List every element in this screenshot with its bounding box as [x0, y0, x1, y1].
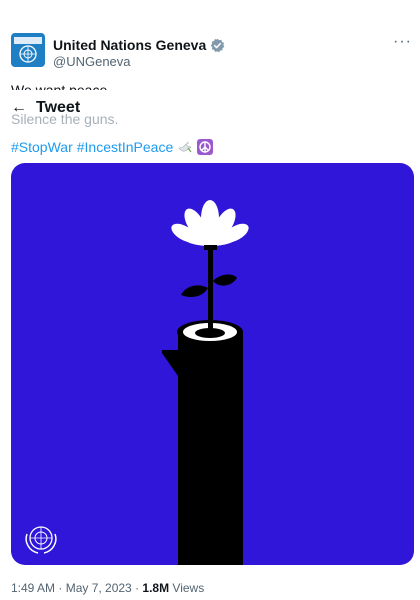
page-title: Tweet	[36, 99, 81, 116]
hashtags-row: #StopWar #IncestInPeace	[11, 138, 214, 156]
hashtag-incestinpeace[interactable]: #IncestInPeace	[77, 138, 174, 156]
tweet-media-image[interactable]	[11, 163, 414, 565]
more-icon[interactable]: ···	[393, 34, 412, 50]
tweet-meta: 1:49 AM · May 7, 2023 · 1.8M Views	[11, 581, 204, 595]
un-emblem-icon	[25, 526, 57, 554]
timestamp[interactable]: 1:49 AM · May 7, 2023 ·	[11, 581, 142, 595]
views-count: 1.8M	[142, 581, 170, 595]
gun-silhouette	[162, 333, 243, 565]
avatar[interactable]	[11, 33, 45, 67]
flower-gun-illustration	[25, 200, 249, 565]
flower-stem	[208, 248, 213, 330]
tweet-text-line-1: We want peace.	[11, 82, 112, 90]
dove-icon	[178, 141, 192, 153]
un-logo-icon	[14, 37, 42, 63]
verified-badge-icon	[211, 38, 225, 52]
leaf-left	[181, 285, 208, 297]
flower-petals	[171, 200, 249, 246]
arrow-left-icon[interactable]: ←	[11, 100, 27, 116]
author-handle[interactable]: @UNGeneva	[53, 54, 131, 69]
peace-symbol-icon	[197, 139, 214, 155]
author-name-row[interactable]: United Nations Geneva	[53, 37, 225, 53]
hashtag-stopwar[interactable]: #StopWar	[11, 138, 73, 156]
leaf-right	[213, 274, 237, 286]
views-label: Views	[169, 581, 205, 595]
display-name[interactable]: United Nations Geneva	[53, 37, 206, 53]
